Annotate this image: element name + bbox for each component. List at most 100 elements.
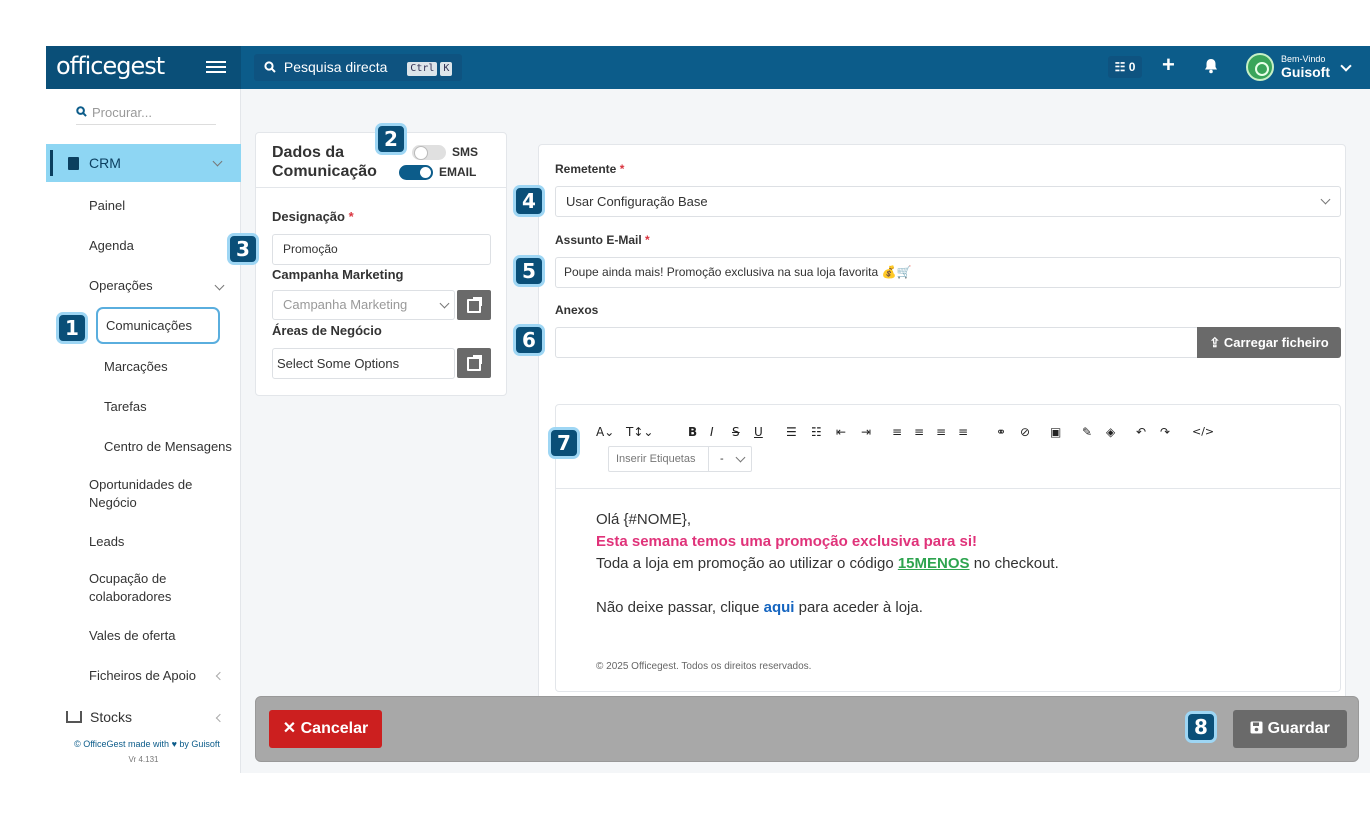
quick-search-label: Pesquisa directa — [283, 59, 388, 75]
numbered-list-icon[interactable]: ☷ — [811, 425, 822, 439]
bullet-list-icon[interactable]: ☰ — [786, 425, 797, 439]
sidebar-search-input[interactable]: Procurar... — [76, 101, 216, 125]
email-toggle[interactable] — [399, 165, 433, 180]
chevron-down-icon — [212, 156, 223, 167]
chevron-down-icon — [439, 298, 450, 309]
step-badge-5: 5 — [513, 255, 545, 287]
outdent-icon[interactable]: ⇤ — [836, 425, 846, 439]
email-body[interactable]: Olá {#NOME}, Esta semana temos uma promo… — [596, 509, 1059, 619]
font-color-icon[interactable]: A⌄ — [596, 425, 614, 439]
sidebar-item-ocupacao[interactable]: Ocupação de colaboradores — [89, 570, 209, 606]
open-external-icon[interactable] — [457, 348, 491, 378]
sidebar-item-marcacoes[interactable]: Marcações — [104, 359, 168, 374]
step-badge-8: 8 — [1185, 711, 1217, 743]
brush-icon[interactable]: ✎ — [1082, 425, 1092, 439]
rich-text-editor: A⌄ T↕⌄ B I S U ☰ ☷ ⇤ ⇥ ≡ ≡ ≡ ≡ ⚭ ⊘ ▣ ✎ ◈… — [555, 404, 1341, 692]
bold-icon[interactable]: B — [688, 425, 697, 439]
insert-tags-select[interactable]: Inserir Etiquetas - — [608, 446, 752, 472]
sidebar-item-label: Stocks — [90, 709, 133, 725]
avatar[interactable] — [1246, 53, 1274, 81]
logo[interactable]: officegest — [56, 52, 165, 80]
chevron-down-icon[interactable] — [1340, 60, 1352, 72]
sidebar-item-label: CRM — [89, 155, 121, 171]
align-center-icon[interactable]: ≡ — [914, 425, 924, 439]
quick-search-button[interactable]: Pesquisa directa Ctrl K — [254, 54, 462, 81]
remetente-label: Remetente * — [555, 162, 625, 176]
user-name[interactable]: Guisoft — [1281, 64, 1330, 80]
bell-icon[interactable] — [1204, 58, 1218, 79]
sidebar-item-vales[interactable]: Vales de oferta — [89, 628, 175, 643]
sidebar-item-painel[interactable]: Painel — [89, 198, 125, 213]
sidebar-item-leads[interactable]: Leads — [89, 534, 124, 549]
campanha-select[interactable]: Campanha Marketing — [272, 290, 455, 320]
unlink-icon[interactable]: ⊘ — [1020, 425, 1030, 439]
greeting-text: Olá {#NOME}, — [596, 511, 692, 528]
add-icon[interactable]: + — [1162, 52, 1175, 78]
divider — [256, 187, 506, 188]
search-icon — [264, 59, 284, 75]
chevron-down-icon — [1320, 194, 1331, 205]
tags-value: - — [720, 453, 724, 465]
assunto-label: Assunto E-Mail * — [555, 233, 650, 247]
sidebar-item-comunicacoes[interactable]: Comunicações — [96, 307, 220, 344]
step-badge-2: 2 — [375, 123, 407, 155]
designacao-input[interactable]: Promoção — [272, 234, 491, 265]
anexos-input[interactable] — [555, 327, 1199, 358]
step-badge-6: 6 — [513, 324, 545, 356]
remetente-select[interactable]: Usar Configuração Base — [555, 186, 1341, 217]
editor-toolbar: A⌄ T↕⌄ B I S U ☰ ☷ ⇤ ⇥ ≡ ≡ ≡ ≡ ⚭ ⊘ ▣ ✎ ◈… — [556, 405, 1340, 489]
underline-icon[interactable]: U — [754, 425, 763, 439]
redo-icon[interactable]: ↷ — [1160, 425, 1170, 439]
chevron-left-icon — [215, 671, 225, 681]
anexos-label: Anexos — [555, 303, 599, 317]
sms-toggle[interactable] — [412, 145, 446, 160]
search-icon — [76, 105, 87, 120]
undo-icon[interactable]: ↶ — [1136, 425, 1146, 439]
headline-text: Esta semana temos uma promoção exclusiva… — [596, 533, 977, 550]
sidebar-item-ficheiros[interactable]: Ficheiros de Apoio — [89, 668, 196, 683]
upload-file-button[interactable]: ⇪ Carregar ficheiro — [1197, 327, 1341, 358]
sidebar-item-oportunidades[interactable]: Oportunidades de Negócio — [89, 476, 219, 512]
cta-line: Não deixe passar, clique aqui para acede… — [596, 599, 923, 616]
chevron-down-icon — [735, 452, 746, 463]
menu-toggle-icon[interactable] — [206, 58, 226, 76]
tasks-counter-button[interactable]: ☷ 0 — [1108, 56, 1142, 78]
step-badge-4: 4 — [513, 185, 545, 217]
tags-placeholder: Inserir Etiquetas — [616, 453, 696, 465]
link-icon[interactable]: ⚭ — [996, 425, 1006, 439]
copyright-footnote: © 2025 Officegest. Todos os direitos res… — [596, 661, 812, 672]
areas-select[interactable]: Select Some Options — [272, 348, 455, 379]
align-left-icon[interactable]: ≡ — [892, 425, 902, 439]
italic-icon[interactable]: I — [710, 425, 714, 439]
sidebar-item-tarefas[interactable]: Tarefas — [104, 399, 147, 414]
sidebar-item-crm[interactable]: CRM — [46, 144, 241, 182]
stocks-icon — [66, 711, 82, 723]
text-size-icon[interactable]: T↕⌄ — [626, 425, 653, 439]
sidebar-item-centro-mensagens[interactable]: Centro de Mensagens — [104, 439, 232, 454]
code-view-icon[interactable]: </> — [1192, 425, 1214, 438]
image-icon[interactable]: ▣ — [1050, 425, 1061, 439]
book-icon — [68, 157, 79, 170]
cancel-button[interactable]: ✕ Cancelar — [269, 710, 382, 748]
strikethrough-icon[interactable]: S — [732, 425, 740, 439]
upload-icon: ⇪ — [1209, 335, 1221, 350]
clear-format-icon[interactable]: ◈ — [1106, 425, 1115, 439]
sms-label: SMS — [452, 145, 479, 159]
footer-credit: © OfficeGest made with ♥ by Guisoft — [74, 739, 220, 749]
areas-label: Áreas de Negócio — [272, 323, 382, 338]
sidebar-item-stocks[interactable]: Stocks — [66, 709, 132, 725]
shortcut-key-ctrl: Ctrl — [407, 62, 438, 76]
sidebar-item-agenda[interactable]: Agenda — [89, 238, 134, 253]
indent-icon[interactable]: ⇥ — [861, 425, 871, 439]
chevron-left-icon — [215, 713, 225, 723]
sidebar-item-operacoes[interactable]: Operações — [89, 278, 153, 293]
save-button[interactable]: Guardar — [1233, 710, 1347, 748]
open-external-icon[interactable] — [457, 290, 491, 320]
card-title: Dados da Comunicação — [272, 144, 377, 180]
assunto-input[interactable]: Poupe ainda mais! Promoção exclusiva na … — [555, 257, 1341, 288]
align-justify-icon[interactable]: ≡ — [958, 425, 968, 439]
store-link[interactable]: aqui — [764, 599, 795, 616]
align-right-icon[interactable]: ≡ — [936, 425, 946, 439]
communication-data-card: Dados da Comunicação SMS EMAIL Designaçã… — [255, 132, 507, 396]
app-window: officegest Pesquisa directa Ctrl K ☷ 0 + … — [46, 46, 1370, 773]
